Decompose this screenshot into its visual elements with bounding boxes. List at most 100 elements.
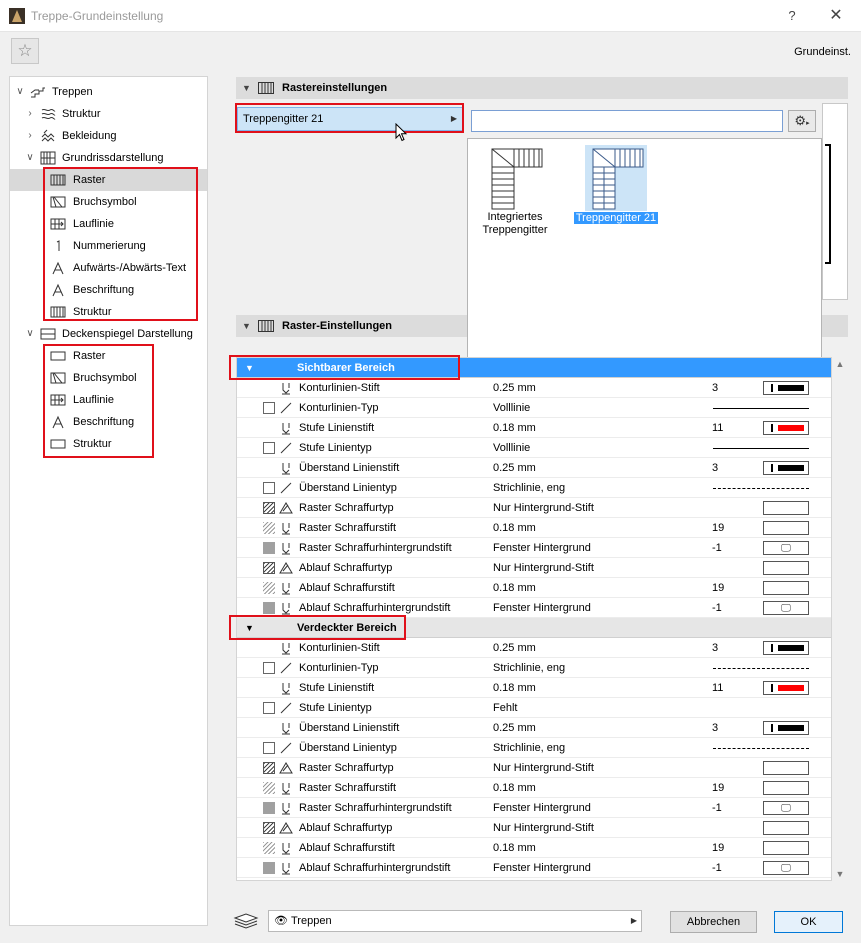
chevron-down-icon[interactable]: ∨	[14, 81, 26, 103]
thumb-treppengitter-21[interactable]: Treppengitter 21	[568, 145, 664, 225]
pen-number[interactable]: 19	[712, 838, 724, 858]
table-row[interactable]: Überstand Linienstift 0.25 mm 3	[237, 718, 831, 738]
pen-swatch[interactable]	[763, 581, 809, 595]
pen-number[interactable]: 19	[712, 518, 724, 538]
table-row[interactable]: Überstand Linienstift 0.25 mm 3	[237, 458, 831, 478]
tree-item[interactable]: Lauflinie	[10, 389, 207, 411]
table-row[interactable]: Raster Schraffurstift 0.18 mm 19	[237, 778, 831, 798]
table-row[interactable]: Konturlinien-Typ Strichlinie, eng	[237, 658, 831, 678]
pen-swatch[interactable]	[763, 721, 809, 735]
tree-item[interactable]: Raster	[10, 169, 207, 191]
table-row[interactable]: Stufe Linienstift 0.18 mm 11	[237, 678, 831, 698]
chevron-right-icon[interactable]: ›	[24, 103, 36, 125]
override-checkbox[interactable]	[263, 602, 275, 614]
pen-swatch[interactable]	[763, 681, 809, 695]
override-checkbox[interactable]	[263, 442, 275, 454]
override-checkbox[interactable]	[263, 662, 275, 674]
table-row[interactable]: Raster Schraffurtyp Nur Hintergrund-Stift	[237, 498, 831, 518]
table-scrollbar[interactable]: ▲ ▼	[832, 357, 848, 881]
pen-swatch[interactable]	[763, 461, 809, 475]
property-value[interactable]: Nur Hintergrund-Stift	[493, 758, 594, 778]
tree-item[interactable]: Raster	[10, 345, 207, 367]
pen-swatch[interactable]	[763, 501, 809, 515]
override-checkbox[interactable]	[263, 482, 275, 494]
chevron-down-icon[interactable]: ∨	[24, 147, 36, 169]
override-checkbox[interactable]	[263, 502, 275, 514]
pen-swatch[interactable]: 🖵	[763, 541, 809, 555]
table-row[interactable]: Ablauf Schraffurtyp Nur Hintergrund-Stift	[237, 558, 831, 578]
thumb-integrated-grid[interactable]: Integriertes Treppengitter	[480, 147, 550, 237]
table-row[interactable]: Konturlinien-Stift 0.25 mm 3	[237, 638, 831, 658]
help-button[interactable]: ?	[780, 4, 804, 28]
pen-number[interactable]: -1	[712, 538, 722, 558]
property-value[interactable]: 0.18 mm	[493, 838, 536, 858]
table-row[interactable]: Konturlinien-Stift 0.25 mm 3	[237, 378, 831, 398]
pen-swatch[interactable]	[763, 421, 809, 435]
table-row[interactable]: Raster Schraffurtyp Nur Hintergrund-Stift	[237, 758, 831, 778]
collapse-triangle-icon[interactable]: ▼	[245, 358, 254, 378]
tree-item[interactable]: Struktur	[10, 433, 207, 455]
property-value[interactable]: Volllinie	[493, 438, 530, 458]
pen-swatch[interactable]	[763, 781, 809, 795]
override-checkbox[interactable]	[263, 582, 275, 594]
pen-swatch[interactable]	[763, 841, 809, 855]
pen-swatch[interactable]	[763, 821, 809, 835]
pen-number[interactable]: 11	[712, 678, 723, 698]
pen-swatch[interactable]	[763, 641, 809, 655]
table-row[interactable]: Stufe Linientyp Fehlt	[237, 698, 831, 718]
table-group-header[interactable]: ▼ Verdeckter Bereich	[237, 618, 831, 638]
gear-menu-button[interactable]: ⚙▸	[788, 110, 816, 132]
override-checkbox[interactable]	[263, 742, 275, 754]
property-value[interactable]: Fehlt	[493, 698, 517, 718]
grid-search-input[interactable]	[471, 110, 783, 132]
pen-number[interactable]: -1	[712, 798, 722, 818]
tree-item[interactable]: ∨ Grundrissdarstellung	[10, 147, 207, 169]
override-checkbox[interactable]	[263, 862, 275, 874]
close-button[interactable]: ✕	[824, 4, 848, 28]
table-row[interactable]: Stufe Linientyp Volllinie	[237, 438, 831, 458]
tree-item[interactable]: Aufwärts-/Abwärts-Text	[10, 257, 207, 279]
table-row[interactable]: Stufe Linienstift 0.18 mm 11	[237, 418, 831, 438]
favorites-star-icon[interactable]: ☆	[11, 38, 39, 64]
pen-number[interactable]: -1	[712, 598, 722, 618]
tree-item[interactable]: ∨ Deckenspiegel Darstellung	[10, 323, 207, 345]
stair-grid-dropdown[interactable]: Treppengitter 21 ▶	[237, 107, 463, 131]
override-checkbox[interactable]	[263, 842, 275, 854]
override-checkbox[interactable]	[263, 782, 275, 794]
tree-item[interactable]: › Struktur	[10, 103, 207, 125]
table-row[interactable]: Ablauf Schraffurhintergrundstift Fenster …	[237, 598, 831, 618]
pen-number[interactable]: 11	[712, 418, 723, 438]
pen-swatch[interactable]	[763, 761, 809, 775]
section-rastereinstellungen[interactable]: ▼ Rastereinstellungen	[236, 77, 848, 99]
property-value[interactable]: 0.18 mm	[493, 778, 536, 798]
tree-item[interactable]: Beschriftung	[10, 411, 207, 433]
property-value[interactable]: 0.18 mm	[493, 418, 536, 438]
property-value[interactable]: Nur Hintergrund-Stift	[493, 818, 594, 838]
tree-item[interactable]: Lauflinie	[10, 213, 207, 235]
table-row[interactable]: Ablauf Schraffurtyp Nur Hintergrund-Stift	[237, 818, 831, 838]
table-row[interactable]: Ablauf Schraffurstift 0.18 mm 19	[237, 838, 831, 858]
property-value[interactable]: Strichlinie, eng	[493, 738, 565, 758]
cancel-button[interactable]: Abbrechen	[670, 911, 757, 933]
tree-item[interactable]: Bruchsymbol	[10, 367, 207, 389]
pen-number[interactable]: 19	[712, 578, 724, 598]
property-value[interactable]: Strichlinie, eng	[493, 478, 565, 498]
pen-swatch[interactable]	[763, 561, 809, 575]
ok-button[interactable]: OK	[774, 911, 843, 933]
property-value[interactable]: Fenster Hintergrund	[493, 798, 591, 818]
property-value[interactable]: 0.25 mm	[493, 718, 536, 738]
table-row[interactable]: Ablauf Schraffurhintergrundstift Fenster …	[237, 858, 831, 878]
section-raster-einstellungen[interactable]: ▼ Raster-Einstellungen	[236, 315, 467, 337]
collapse-triangle-icon[interactable]: ▼	[242, 315, 251, 337]
scroll-up-icon[interactable]: ▲	[832, 359, 848, 369]
override-checkbox[interactable]	[263, 802, 275, 814]
property-value[interactable]: 0.25 mm	[493, 638, 536, 658]
property-value[interactable]: Strichlinie, eng	[493, 658, 565, 678]
tree-item[interactable]: ∨ Treppen	[10, 81, 207, 103]
layer-dropdown[interactable]: 👁 Treppen ▶	[268, 910, 642, 932]
override-checkbox[interactable]	[263, 522, 275, 534]
table-row[interactable]: Raster Schraffurstift 0.18 mm 19	[237, 518, 831, 538]
pen-swatch[interactable]	[763, 521, 809, 535]
property-value[interactable]: Fenster Hintergrund	[493, 858, 591, 878]
pen-number[interactable]: -1	[712, 858, 722, 878]
